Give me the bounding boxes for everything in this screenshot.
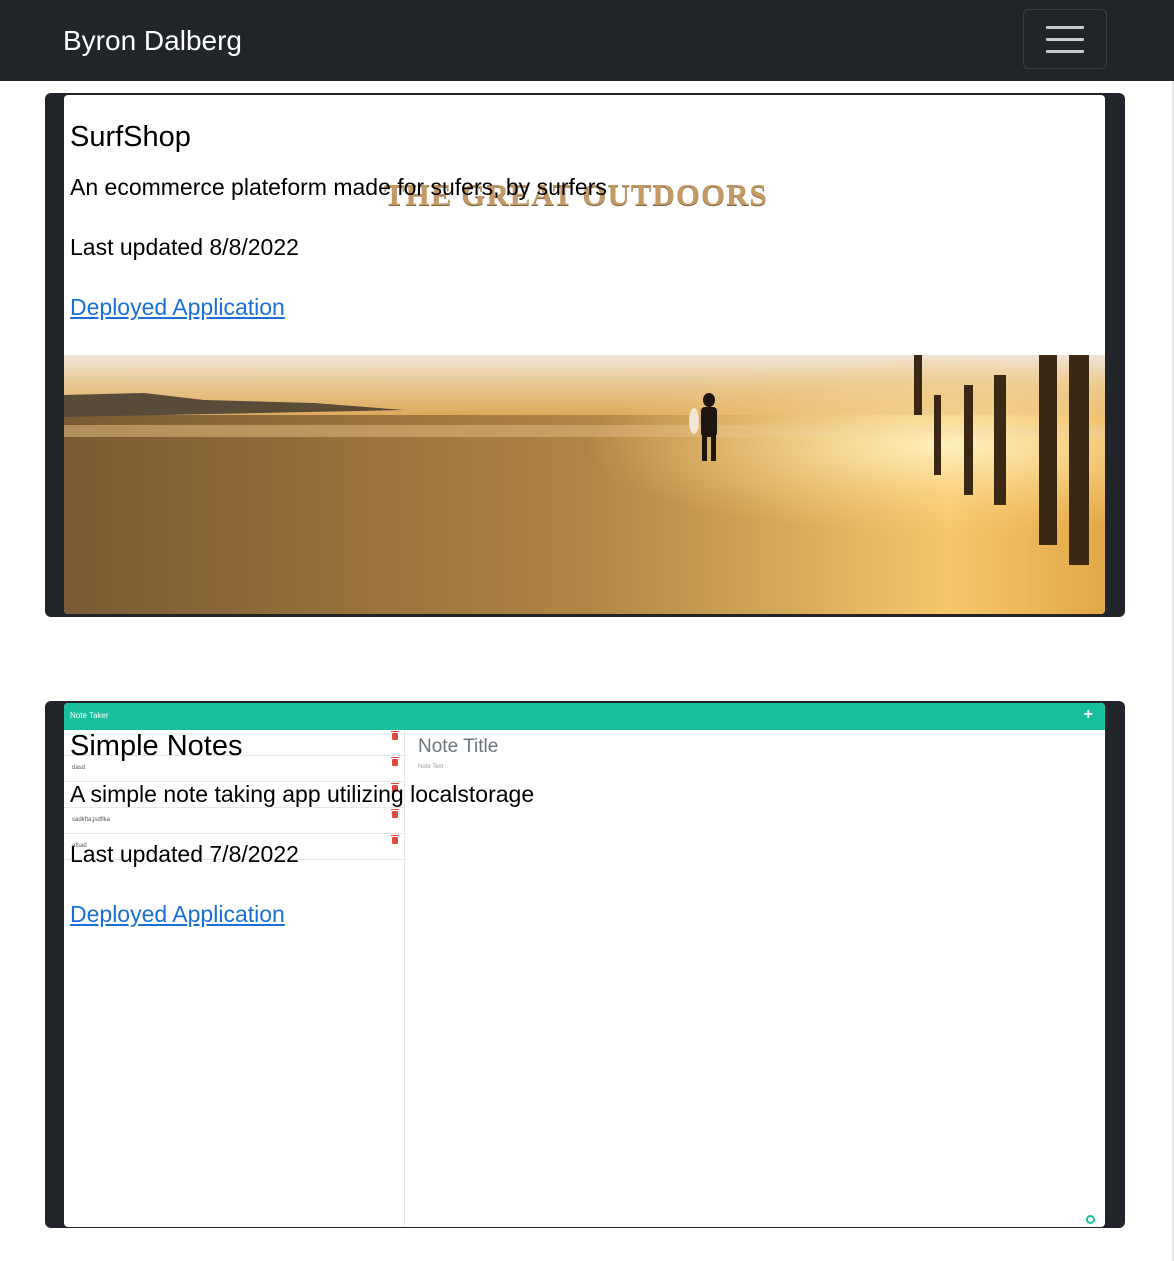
navbar: Byron Dalberg [0,0,1174,81]
hamburger-menu-icon [1046,25,1084,29]
app-header: Note Taker + [64,703,1105,730]
project-title: Simple Notes [70,730,243,762]
save-icon [1086,1215,1095,1224]
project-updated: Last updated 7/8/2022 [70,841,299,867]
hamburger-menu-icon [1046,49,1084,53]
deployed-application-link[interactable]: Deployed Application [70,292,285,322]
beach-sunset-image [64,355,1105,614]
project-card-simple-notes: Note Taker + dasd sadkfta;jsdflka afsad [45,701,1125,1228]
hamburger-menu-icon [1046,37,1084,41]
plus-icon: + [1083,706,1093,723]
project-card-surfshop: THE GREAT OUTDOORS SurfShop An ecommerce… [45,93,1125,617]
note-title-placeholder: Note Title [418,736,499,757]
note-item: sadkfta;jsdflka [64,808,405,834]
navbar-toggle-button[interactable] [1023,9,1107,69]
note-text-placeholder: Note Text [418,764,444,770]
trash-icon [391,731,399,740]
project-description: A simple note taking app utilizing local… [70,781,535,807]
project-title: SurfShop [70,121,191,153]
app-title: Note Taker [70,711,109,720]
deployed-application-link[interactable]: Deployed Application [70,899,285,929]
project-updated: Last updated 8/8/2022 [70,234,299,260]
project-description: An ecommerce plateform made for sufers, … [70,174,607,200]
trash-icon [391,809,399,818]
trash-icon [391,757,399,766]
trash-icon [391,835,399,844]
brand-link[interactable]: Byron Dalberg [63,22,242,60]
